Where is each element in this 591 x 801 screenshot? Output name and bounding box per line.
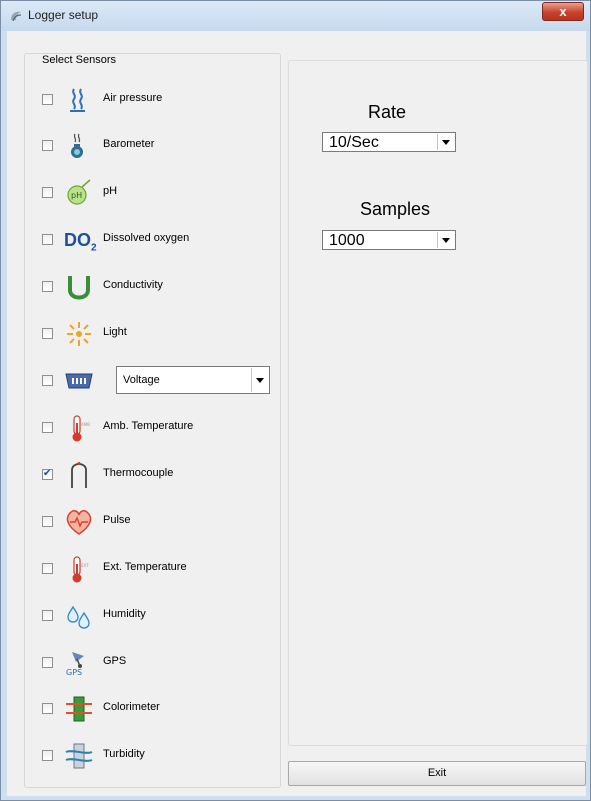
sensor-row[interactable]: Light	[0, 318, 260, 348]
check-icon: ✔	[43, 468, 52, 479]
amb-temperature-icon: AMB	[64, 413, 94, 443]
gps-icon-text: GPS	[66, 668, 83, 677]
sensor-row[interactable]: Conductivity	[0, 271, 260, 301]
sensor-label: Air pressure	[103, 92, 163, 104]
sensor-checkbox[interactable]	[42, 422, 53, 433]
humidity-icon	[64, 601, 94, 631]
sensor-label: Pulse	[103, 514, 131, 526]
settings-panel	[288, 60, 588, 746]
sensor-checkbox[interactable]	[42, 328, 53, 339]
chevron-down-icon[interactable]	[437, 134, 454, 150]
sensor-row[interactable]: EXT Ext. Temperature	[0, 553, 260, 583]
sensor-label: GPS	[103, 655, 127, 667]
sensor-checkbox[interactable]	[42, 516, 53, 527]
sensor-checkbox[interactable]: ✔	[42, 468, 53, 480]
sensor-checkbox[interactable]	[42, 610, 53, 621]
air-pressure-icon	[64, 85, 94, 115]
sensor-label: Light	[103, 326, 127, 338]
sensor-checkbox[interactable]	[42, 375, 53, 386]
samples-select[interactable]: 1000	[322, 230, 456, 250]
chevron-down-icon[interactable]	[251, 368, 268, 392]
sensor-row[interactable]: pH pH	[0, 177, 260, 207]
voltage-select-value: Voltage	[123, 374, 160, 386]
rate-label: Rate	[368, 102, 407, 122]
sensor-label: Amb. Temperature	[103, 420, 194, 432]
pulse-icon	[64, 507, 94, 537]
sensor-label: Thermocouple	[103, 467, 174, 479]
window-title: Logger setup	[28, 8, 99, 22]
sensor-checkbox[interactable]	[42, 140, 53, 151]
sensor-checkbox[interactable]	[42, 281, 53, 292]
voltage-icon	[64, 366, 94, 396]
sensor-checkbox[interactable]	[42, 657, 53, 668]
sensor-checkbox[interactable]	[42, 563, 53, 574]
rate-select[interactable]: 10/Sec	[322, 132, 456, 152]
sensor-row[interactable]: AMB Amb. Temperature	[0, 412, 260, 442]
ph-icon: pH	[64, 178, 94, 208]
sensor-label: pH	[103, 185, 118, 197]
svg-text:pH: pH	[71, 191, 82, 200]
sensor-row[interactable]: Turbidity	[0, 740, 260, 770]
select-sensors-label: Select Sensors	[40, 54, 118, 66]
exit-button[interactable]: Exit	[288, 761, 586, 786]
sensor-row[interactable]: GPS GPS	[0, 647, 260, 677]
samples-label: Samples	[360, 199, 431, 219]
colorimeter-icon	[64, 694, 94, 724]
rate-value: 10/Sec	[329, 134, 379, 151]
close-icon: x	[559, 4, 567, 19]
samples-value: 1000	[329, 232, 365, 249]
sensor-checkbox[interactable]	[42, 94, 53, 105]
sensor-row[interactable]: Air pressure	[0, 84, 260, 114]
sensor-checkbox[interactable]	[42, 750, 53, 761]
sensor-label: Turbidity	[103, 748, 145, 760]
sensor-label: Barometer	[103, 138, 155, 150]
sensor-row[interactable]: DO2 Dissolved oxygen	[0, 224, 260, 254]
sensor-row[interactable]: Pulse	[0, 506, 260, 536]
gps-icon: GPS	[64, 648, 94, 678]
dissolved-oxygen-icon: DO2	[64, 225, 97, 255]
turbidity-icon	[64, 741, 94, 771]
voltage-select[interactable]: Voltage	[116, 366, 270, 394]
svg-text:AMB: AMB	[81, 422, 90, 427]
barometer-icon	[64, 131, 94, 161]
sensor-label: Conductivity	[103, 279, 163, 291]
do-text: DO	[64, 230, 91, 250]
sensor-checkbox[interactable]	[42, 234, 53, 245]
svg-text:EXT: EXT	[81, 563, 89, 568]
sensor-label: Colorimeter	[103, 701, 160, 713]
sensor-row[interactable]: Voltage	[0, 365, 270, 396]
sensor-row[interactable]: Barometer	[0, 130, 260, 160]
title-bar[interactable]: Logger setup x	[1, 1, 590, 31]
close-button[interactable]: x	[542, 2, 584, 21]
thermocouple-icon	[64, 460, 94, 490]
sensor-label: Ext. Temperature	[103, 561, 187, 573]
sensor-row[interactable]: Colorimeter	[0, 693, 260, 723]
chevron-down-icon[interactable]	[437, 232, 454, 248]
conductivity-icon	[64, 272, 94, 302]
sensor-checkbox[interactable]	[42, 187, 53, 198]
sensor-row[interactable]: ✔ Thermocouple	[0, 459, 260, 489]
light-icon	[64, 319, 94, 349]
sensor-row[interactable]: Humidity	[0, 600, 260, 630]
sensor-label: Dissolved oxygen	[103, 232, 190, 244]
sensor-label: Humidity	[103, 608, 146, 620]
do-sub: 2	[91, 242, 97, 254]
app-icon	[11, 11, 22, 22]
ext-temperature-icon: EXT	[64, 554, 94, 584]
sensor-checkbox[interactable]	[42, 703, 53, 714]
